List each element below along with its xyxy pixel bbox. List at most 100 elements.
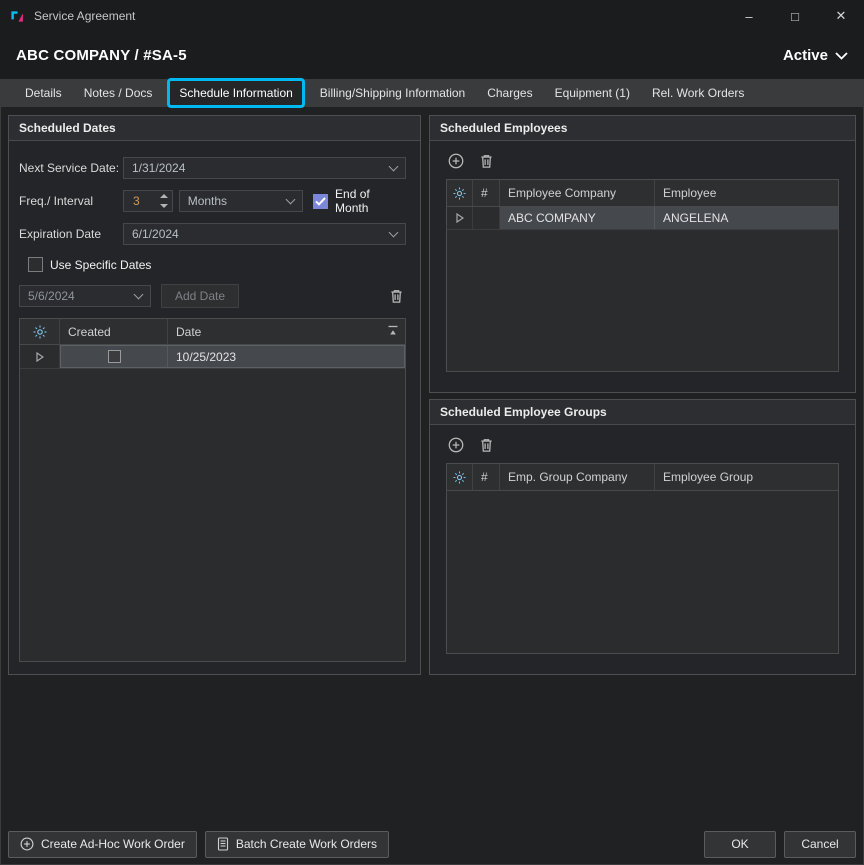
- scheduled-employees-grid: # Employee Company Employee ABC COMPANY: [446, 179, 839, 372]
- scheduled-dates-title: Scheduled Dates: [9, 116, 420, 141]
- tab-charges[interactable]: Charges: [476, 79, 543, 107]
- chevron-down-icon: [286, 194, 296, 204]
- delete-date-button[interactable]: [389, 288, 404, 304]
- grid-settings-icon[interactable]: [447, 464, 473, 490]
- create-adhoc-label: Create Ad-Hoc Work Order: [41, 837, 185, 851]
- app-logo-icon: [10, 8, 26, 24]
- window-title: Service Agreement: [34, 9, 135, 23]
- use-specific-dates-checkbox[interactable]: [28, 257, 43, 272]
- new-date-value: 5/6/2024: [28, 289, 135, 303]
- employees-toolbar: [430, 141, 855, 179]
- grid-settings-icon[interactable]: [447, 180, 473, 206]
- chevron-down-icon: [389, 227, 399, 237]
- spin-up-icon[interactable]: [156, 191, 172, 201]
- service-agreement-window: Service Agreement – □ ✕ ABC COMPANY / #S…: [0, 0, 864, 865]
- next-service-date-label: Next Service Date:: [19, 161, 123, 175]
- chevron-down-icon: [134, 289, 144, 299]
- row-expander-icon[interactable]: [447, 207, 473, 229]
- expiration-date-value: 6/1/2024: [132, 227, 390, 241]
- scheduled-employees-title: Scheduled Employees: [430, 116, 855, 141]
- scheduled-employee-groups-title: Scheduled Employee Groups: [430, 400, 855, 425]
- freq-unit-value: Months: [188, 194, 287, 208]
- chevron-down-icon: [389, 161, 399, 171]
- new-date-dropdown[interactable]: 5/6/2024: [19, 285, 151, 307]
- main-content: Scheduled Dates Next Service Date: 1/31/…: [0, 107, 864, 683]
- column-header-employee-group[interactable]: Employee Group: [655, 464, 838, 490]
- tab-details[interactable]: Details: [14, 79, 73, 107]
- ok-button[interactable]: OK: [704, 831, 776, 858]
- tab-rel-work-orders[interactable]: Rel. Work Orders: [641, 79, 755, 107]
- tab-notes-docs[interactable]: Notes / Docs: [73, 79, 164, 107]
- sort-icon[interactable]: [387, 325, 399, 339]
- create-adhoc-work-order-button[interactable]: Create Ad-Hoc Work Order: [8, 831, 197, 858]
- scheduled-employees-panel: Scheduled Employees: [429, 115, 856, 393]
- expiration-date-dropdown[interactable]: 6/1/2024: [123, 223, 406, 245]
- grid-settings-icon[interactable]: [20, 319, 60, 344]
- tab-schedule-information[interactable]: Schedule Information: [167, 78, 304, 108]
- add-employee-group-button[interactable]: [448, 437, 464, 453]
- column-header-number[interactable]: #: [473, 464, 500, 490]
- end-of-month-label: End of Month: [335, 187, 406, 215]
- page-title: ABC COMPANY / #SA-5: [16, 47, 187, 64]
- freq-interval-label: Freq./ Interval: [19, 194, 123, 208]
- column-header-date-label: Date: [176, 325, 201, 339]
- row-created-checkbox[interactable]: [108, 350, 121, 363]
- chevron-down-icon: [835, 52, 848, 60]
- plus-circle-icon: [448, 153, 464, 169]
- footer-bar: Create Ad-Hoc Work Order Batch Create Wo…: [0, 823, 864, 865]
- row-employee-value: ANGELENA: [655, 207, 838, 229]
- table-row[interactable]: 10/25/2023: [20, 345, 405, 369]
- table-row[interactable]: ABC COMPANY ANGELENA: [447, 207, 838, 230]
- spin-down-icon[interactable]: [156, 201, 172, 211]
- column-header-employee[interactable]: Employee: [655, 180, 838, 206]
- scheduled-employee-groups-grid: # Emp. Group Company Employee Group: [446, 463, 839, 654]
- grid-empty-area: [447, 491, 838, 653]
- add-employee-button[interactable]: [448, 153, 464, 169]
- trash-icon: [479, 437, 494, 453]
- check-icon: [315, 197, 326, 206]
- row-employee-company-value: ABC COMPANY: [500, 207, 655, 229]
- tab-bar: Details Notes / Docs Schedule Informatio…: [0, 79, 864, 107]
- freq-unit-dropdown[interactable]: Months: [179, 190, 303, 212]
- window-controls: – □ ✕: [726, 0, 864, 32]
- title-bar: Service Agreement – □ ✕: [0, 0, 864, 32]
- status-dropdown[interactable]: Active: [783, 47, 848, 64]
- delete-employee-group-button[interactable]: [479, 437, 494, 453]
- right-column: Scheduled Employees: [429, 115, 856, 675]
- document-icon: [217, 837, 229, 851]
- column-header-emp-group-company[interactable]: Emp. Group Company: [500, 464, 655, 490]
- freq-interval-spinner[interactable]: 3: [123, 190, 173, 212]
- scheduled-dates-panel: Scheduled Dates Next Service Date: 1/31/…: [8, 115, 421, 675]
- batch-create-work-orders-button[interactable]: Batch Create Work Orders: [205, 831, 389, 858]
- delete-employee-button[interactable]: [479, 153, 494, 169]
- minimize-icon[interactable]: –: [726, 0, 772, 32]
- grid-empty-area: [20, 369, 405, 661]
- row-date-value: 10/25/2023: [168, 346, 404, 367]
- employee-groups-toolbar: [430, 425, 855, 463]
- scheduled-dates-grid: Created Date: [19, 318, 406, 662]
- tab-billing-shipping[interactable]: Billing/Shipping Information: [309, 79, 476, 107]
- next-service-date-value: 1/31/2024: [132, 161, 390, 175]
- close-icon[interactable]: ✕: [818, 0, 864, 32]
- add-date-button[interactable]: Add Date: [161, 284, 239, 308]
- column-header-date[interactable]: Date: [168, 319, 405, 344]
- column-header-created[interactable]: Created: [60, 319, 168, 344]
- column-header-employee-company[interactable]: Employee Company: [500, 180, 655, 206]
- expiration-date-label: Expiration Date: [19, 227, 123, 241]
- maximize-icon[interactable]: □: [772, 0, 818, 32]
- row-number-value: [473, 207, 500, 229]
- next-service-date-dropdown[interactable]: 1/31/2024: [123, 157, 406, 179]
- tab-equipment[interactable]: Equipment (1): [544, 79, 641, 107]
- freq-interval-value: 3: [124, 191, 156, 211]
- cancel-button[interactable]: Cancel: [784, 831, 856, 858]
- grid-empty-area: [447, 230, 838, 371]
- use-specific-dates-label: Use Specific Dates: [50, 258, 151, 272]
- column-header-number[interactable]: #: [473, 180, 500, 206]
- record-header: ABC COMPANY / #SA-5 Active: [0, 32, 864, 79]
- trash-icon: [479, 153, 494, 169]
- status-value: Active: [783, 47, 828, 64]
- plus-circle-icon: [20, 837, 34, 851]
- trash-icon: [389, 288, 404, 304]
- row-expander-icon[interactable]: [20, 345, 60, 368]
- end-of-month-checkbox[interactable]: [313, 194, 328, 209]
